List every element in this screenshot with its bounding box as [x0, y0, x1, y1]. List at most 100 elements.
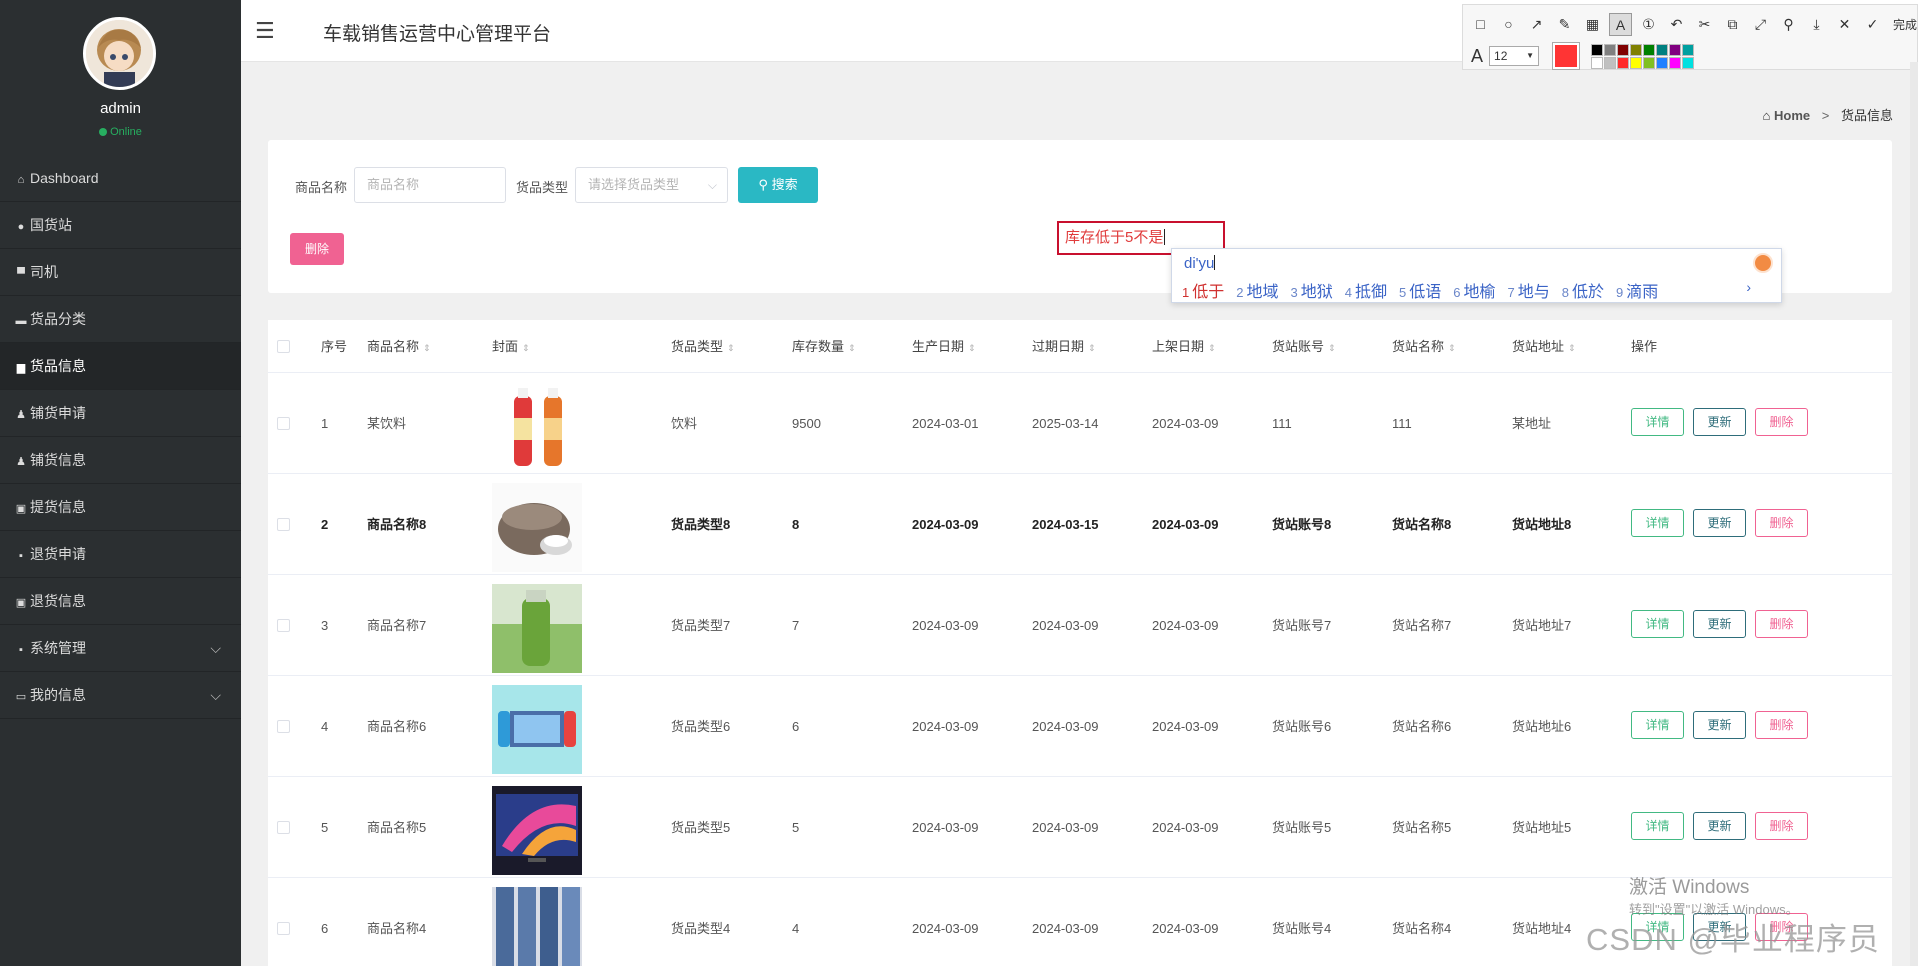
ime-next-page-icon[interactable]: › — [1746, 279, 1751, 295]
sidebar-item-7[interactable]: ▣ 提货信息 — [0, 484, 241, 531]
update-button[interactable]: 更新 — [1693, 711, 1746, 739]
avatar[interactable] — [83, 17, 156, 90]
column-header-8[interactable]: 货站账号 ⇕ — [1272, 320, 1336, 373]
column-header-5[interactable]: 生产日期 ⇕ — [912, 320, 976, 373]
sort-icon[interactable]: ⇕ — [1208, 343, 1216, 353]
select-all-checkbox[interactable] — [277, 340, 290, 353]
confirm-icon[interactable]: ✓ — [1861, 13, 1884, 36]
cover-image-television[interactable] — [492, 786, 582, 875]
ime-candidate[interactable]: 7 地与 — [1508, 284, 1550, 301]
update-button[interactable]: 更新 — [1693, 610, 1746, 638]
sidebar-item-3[interactable]: ▬ 货品分类 — [0, 296, 241, 343]
ime-candidate[interactable]: 1 低于 — [1182, 284, 1224, 301]
cover-image-game-console[interactable] — [492, 685, 582, 774]
detail-button[interactable]: 详情 — [1631, 812, 1684, 840]
column-header-1[interactable]: 商品名称 ⇕ — [367, 320, 431, 373]
sidebar-item-6[interactable]: ♟ 铺货信息 — [0, 437, 241, 484]
sort-icon[interactable]: ⇕ — [968, 343, 976, 353]
row-delete-button[interactable]: 删除 — [1755, 509, 1808, 537]
column-header-7[interactable]: 上架日期 ⇕ — [1152, 320, 1216, 373]
breadcrumb-home[interactable]: Home — [1774, 108, 1810, 123]
cover-image-jeans[interactable] — [492, 887, 582, 966]
rectangle-tool-icon[interactable]: □ — [1469, 13, 1492, 36]
color-swatch[interactable] — [1591, 43, 1604, 56]
color-swatch[interactable] — [1630, 56, 1643, 69]
column-header-10[interactable]: 货站地址 ⇕ — [1512, 320, 1576, 373]
update-button[interactable]: 更新 — [1693, 509, 1746, 537]
column-header-4[interactable]: 库存数量 ⇕ — [792, 320, 856, 373]
color-swatch[interactable] — [1669, 56, 1682, 69]
current-color-swatch[interactable] — [1552, 42, 1581, 70]
color-swatch[interactable] — [1643, 43, 1656, 56]
color-swatch[interactable] — [1656, 43, 1669, 56]
mosaic-tool-icon[interactable]: ▦ — [1581, 13, 1604, 36]
detail-button[interactable]: 详情 — [1631, 509, 1684, 537]
column-header-2[interactable]: 封面 ⇕ — [492, 320, 530, 373]
color-swatch[interactable] — [1617, 43, 1630, 56]
row-checkbox[interactable] — [277, 821, 290, 834]
number-tool-icon[interactable]: ① — [1637, 13, 1660, 36]
sort-icon[interactable]: ⇕ — [522, 343, 530, 353]
row-checkbox[interactable] — [277, 518, 290, 531]
sidebar-item-11[interactable]: ▭ 我的信息 ⌵ — [0, 672, 241, 719]
font-size-select[interactable]: 12 — [1489, 46, 1540, 66]
color-swatch[interactable] — [1669, 43, 1682, 56]
detail-button[interactable]: 详情 — [1631, 408, 1684, 436]
ime-candidate[interactable]: 2 地域 — [1236, 284, 1278, 301]
ime-candidate[interactable]: 6 地榆 — [1453, 284, 1495, 301]
sort-icon[interactable]: ⇕ — [727, 343, 735, 353]
expand-icon[interactable]: ⤢ — [1749, 13, 1772, 36]
sidebar-item-4[interactable]: ▆ 货品信息 — [0, 343, 241, 390]
sort-icon[interactable]: ⇕ — [1088, 343, 1096, 353]
sort-icon[interactable]: ⇕ — [848, 343, 856, 353]
ellipse-tool-icon[interactable]: ○ — [1497, 13, 1520, 36]
color-swatch[interactable] — [1604, 43, 1617, 56]
detail-button[interactable]: 详情 — [1631, 610, 1684, 638]
color-swatch[interactable] — [1682, 56, 1695, 69]
row-checkbox[interactable] — [277, 619, 290, 632]
sidebar-item-0[interactable]: ⌂ Dashboard — [0, 155, 241, 202]
color-swatch[interactable] — [1630, 43, 1643, 56]
pin-icon[interactable]: ⚲ — [1777, 13, 1800, 36]
update-button[interactable]: 更新 — [1693, 812, 1746, 840]
row-delete-button[interactable]: 删除 — [1755, 408, 1808, 436]
cover-image-rice-cooker[interactable] — [492, 483, 582, 572]
cut-icon[interactable]: ✂ — [1693, 13, 1716, 36]
color-swatch[interactable] — [1591, 56, 1604, 69]
row-checkbox[interactable] — [277, 417, 290, 430]
color-swatch[interactable] — [1656, 56, 1669, 69]
arrow-tool-icon[interactable]: ↗ — [1525, 13, 1548, 36]
update-button[interactable]: 更新 — [1693, 408, 1746, 436]
sort-icon[interactable]: ⇕ — [423, 343, 431, 353]
sidebar-item-2[interactable]: ▀ 司机 — [0, 249, 241, 296]
ime-candidate[interactable]: 4 抵御 — [1345, 284, 1387, 301]
row-delete-button[interactable]: 删除 — [1755, 711, 1808, 739]
undo-icon[interactable]: ↶ — [1665, 13, 1688, 36]
text-tool-icon[interactable]: A — [1609, 12, 1632, 36]
sidebar-item-8[interactable]: ▪ 退货申请 — [0, 531, 241, 578]
detail-button[interactable]: 详情 — [1631, 711, 1684, 739]
color-swatch[interactable] — [1643, 56, 1656, 69]
row-checkbox[interactable] — [277, 720, 290, 733]
cover-image-drink-bottles[interactable] — [492, 382, 582, 471]
sort-icon[interactable]: ⇕ — [1568, 343, 1576, 353]
sidebar-item-9[interactable]: ▣ 退货信息 — [0, 578, 241, 625]
ime-candidate[interactable]: 9 滴雨 — [1616, 284, 1658, 301]
color-swatch[interactable] — [1617, 56, 1630, 69]
menu-toggle-icon[interactable]: ☰ — [255, 18, 275, 44]
ime-candidate[interactable]: 5 低语 — [1399, 284, 1441, 301]
scrollbar-track[interactable] — [1910, 62, 1918, 966]
ime-candidate[interactable]: 8 低於 — [1562, 284, 1604, 301]
color-swatch[interactable] — [1604, 56, 1617, 69]
sidebar-item-5[interactable]: ♟ 铺货申请 — [0, 390, 241, 437]
batch-delete-button[interactable]: 删除 — [290, 233, 344, 265]
close-icon[interactable]: ✕ — [1833, 13, 1856, 36]
column-header-3[interactable]: 货品类型 ⇕ — [671, 320, 735, 373]
type-select[interactable]: 请选择货品类型 ⌵ — [575, 167, 728, 203]
sort-icon[interactable]: ⇕ — [1448, 343, 1456, 353]
column-header-9[interactable]: 货站名称 ⇕ — [1392, 320, 1456, 373]
row-delete-button[interactable]: 删除 — [1755, 610, 1808, 638]
download-icon[interactable]: ⤓ — [1805, 13, 1828, 36]
ime-candidate[interactable]: 3 地狱 — [1291, 284, 1333, 301]
pen-tool-icon[interactable]: ✎ — [1553, 13, 1576, 36]
